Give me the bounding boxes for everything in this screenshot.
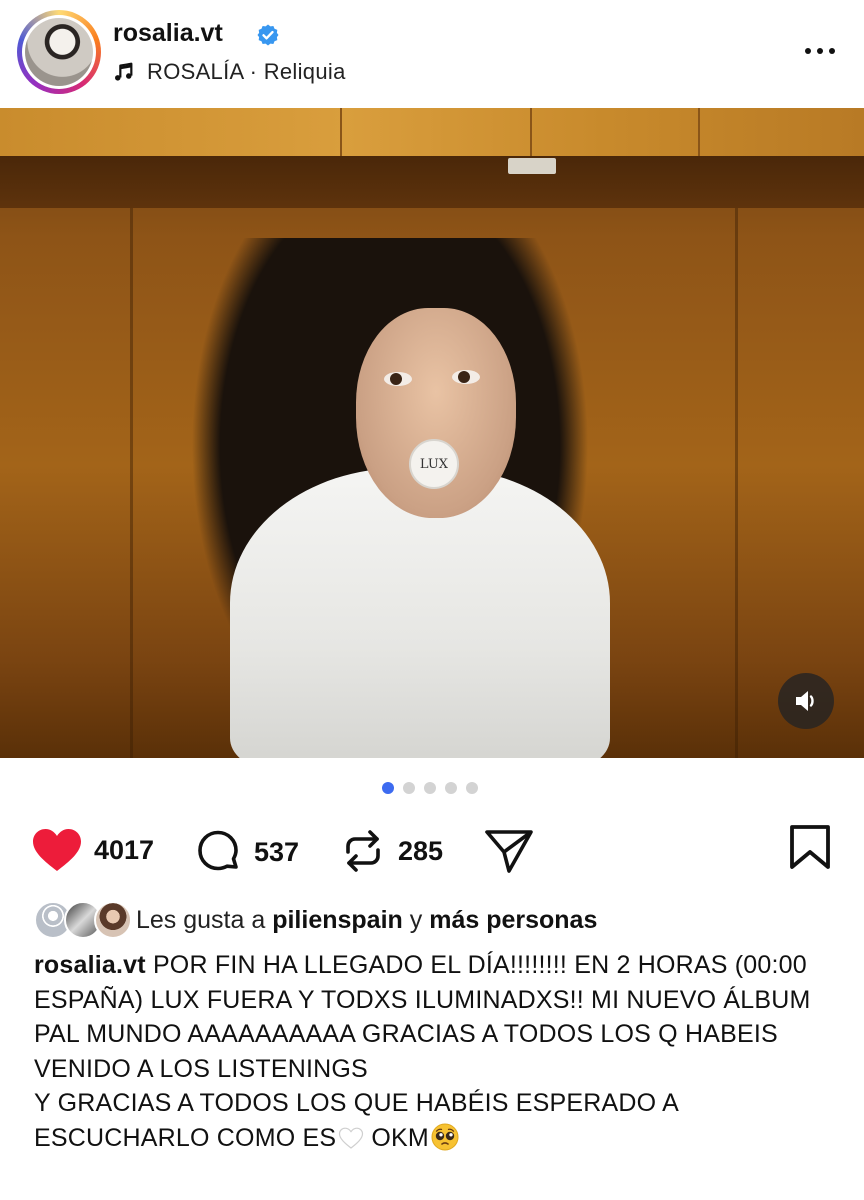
carousel-dot xyxy=(466,782,478,794)
white-heart-icon xyxy=(339,1127,364,1149)
likes-text: Les gusta a pilienspain y más personas xyxy=(136,906,597,935)
caption-text: POR FIN HA LLEGADO EL DÍA!!!!!!!! EN 2 H… xyxy=(34,951,811,1083)
caption-paragraph: Y GRACIAS A TODOS LOS QUE HABÉIS ESPERAD… xyxy=(34,1086,834,1155)
liker-avatars xyxy=(34,901,132,939)
pacifier-label: LUX xyxy=(419,456,449,472)
bookmark-icon[interactable] xyxy=(789,824,831,870)
comment-button[interactable]: 537 xyxy=(194,828,299,876)
likes-others-link[interactable]: más personas xyxy=(429,906,597,934)
repost-count: 285 xyxy=(398,835,444,866)
liker-username[interactable]: pilienspain xyxy=(272,906,403,934)
likes-joiner: y xyxy=(409,905,423,934)
send-icon xyxy=(485,830,533,873)
caption-paragraph: rosalia.vt POR FIN HA LLEGADO EL DÍA!!!!… xyxy=(34,948,834,1086)
story-ring[interactable] xyxy=(17,10,101,94)
likes-summary[interactable]: Les gusta a pilienspain y más personas xyxy=(34,900,597,940)
post-media[interactable]: LUX xyxy=(0,108,864,758)
verified-badge-icon xyxy=(257,24,279,46)
cabinet-seam xyxy=(530,108,532,156)
cabinet-seam xyxy=(698,108,700,156)
carousel-dot xyxy=(403,782,415,794)
comment-count: 537 xyxy=(254,836,300,867)
caption-text: OKM xyxy=(364,1123,429,1152)
music-label: ROSALÍA · Reliquia xyxy=(147,59,346,84)
wall-outlet xyxy=(508,158,556,174)
like-button[interactable]: 4017 xyxy=(32,828,154,872)
speaker-icon xyxy=(796,691,814,711)
music-attribution[interactable]: ROSALÍA · Reliquia xyxy=(113,58,346,86)
carousel-dot xyxy=(445,782,457,794)
pleading-face-icon xyxy=(431,1123,459,1150)
heart-filled-icon xyxy=(33,829,81,871)
caption-username[interactable]: rosalia.vt xyxy=(34,951,146,979)
eye xyxy=(452,370,480,384)
username[interactable]: rosalia.vt xyxy=(113,19,223,48)
panel-seam xyxy=(130,208,133,758)
pacifier-lux: LUX xyxy=(409,439,459,489)
comment-icon xyxy=(198,830,238,871)
likes-prefix: Les gusta a xyxy=(136,905,266,934)
avatar[interactable] xyxy=(22,15,96,89)
repost-button[interactable]: 285 xyxy=(340,828,443,874)
music-note-icon xyxy=(115,62,133,81)
carousel-dot xyxy=(424,782,436,794)
action-bar: 4017 537 285 xyxy=(0,820,864,880)
post-header: rosalia.vt ROSALÍA · Reliquia xyxy=(0,0,864,108)
carousel-indicator xyxy=(382,782,478,794)
panel-seam xyxy=(735,208,738,758)
post-caption: rosalia.vt POR FIN HA LLEGADO EL DÍA!!!!… xyxy=(34,948,834,1155)
liker-avatar xyxy=(94,901,132,939)
cabinet-top xyxy=(0,108,864,156)
avatar-image xyxy=(25,18,93,86)
carousel-dot xyxy=(382,782,394,794)
repost-icon xyxy=(346,830,380,872)
cabinet-seam xyxy=(340,108,342,156)
like-count: 4017 xyxy=(94,834,155,865)
more-options-icon[interactable] xyxy=(802,38,838,64)
sound-toggle-button[interactable] xyxy=(778,673,834,729)
shelf xyxy=(0,156,864,208)
eye xyxy=(384,372,412,386)
share-button[interactable] xyxy=(484,828,534,874)
